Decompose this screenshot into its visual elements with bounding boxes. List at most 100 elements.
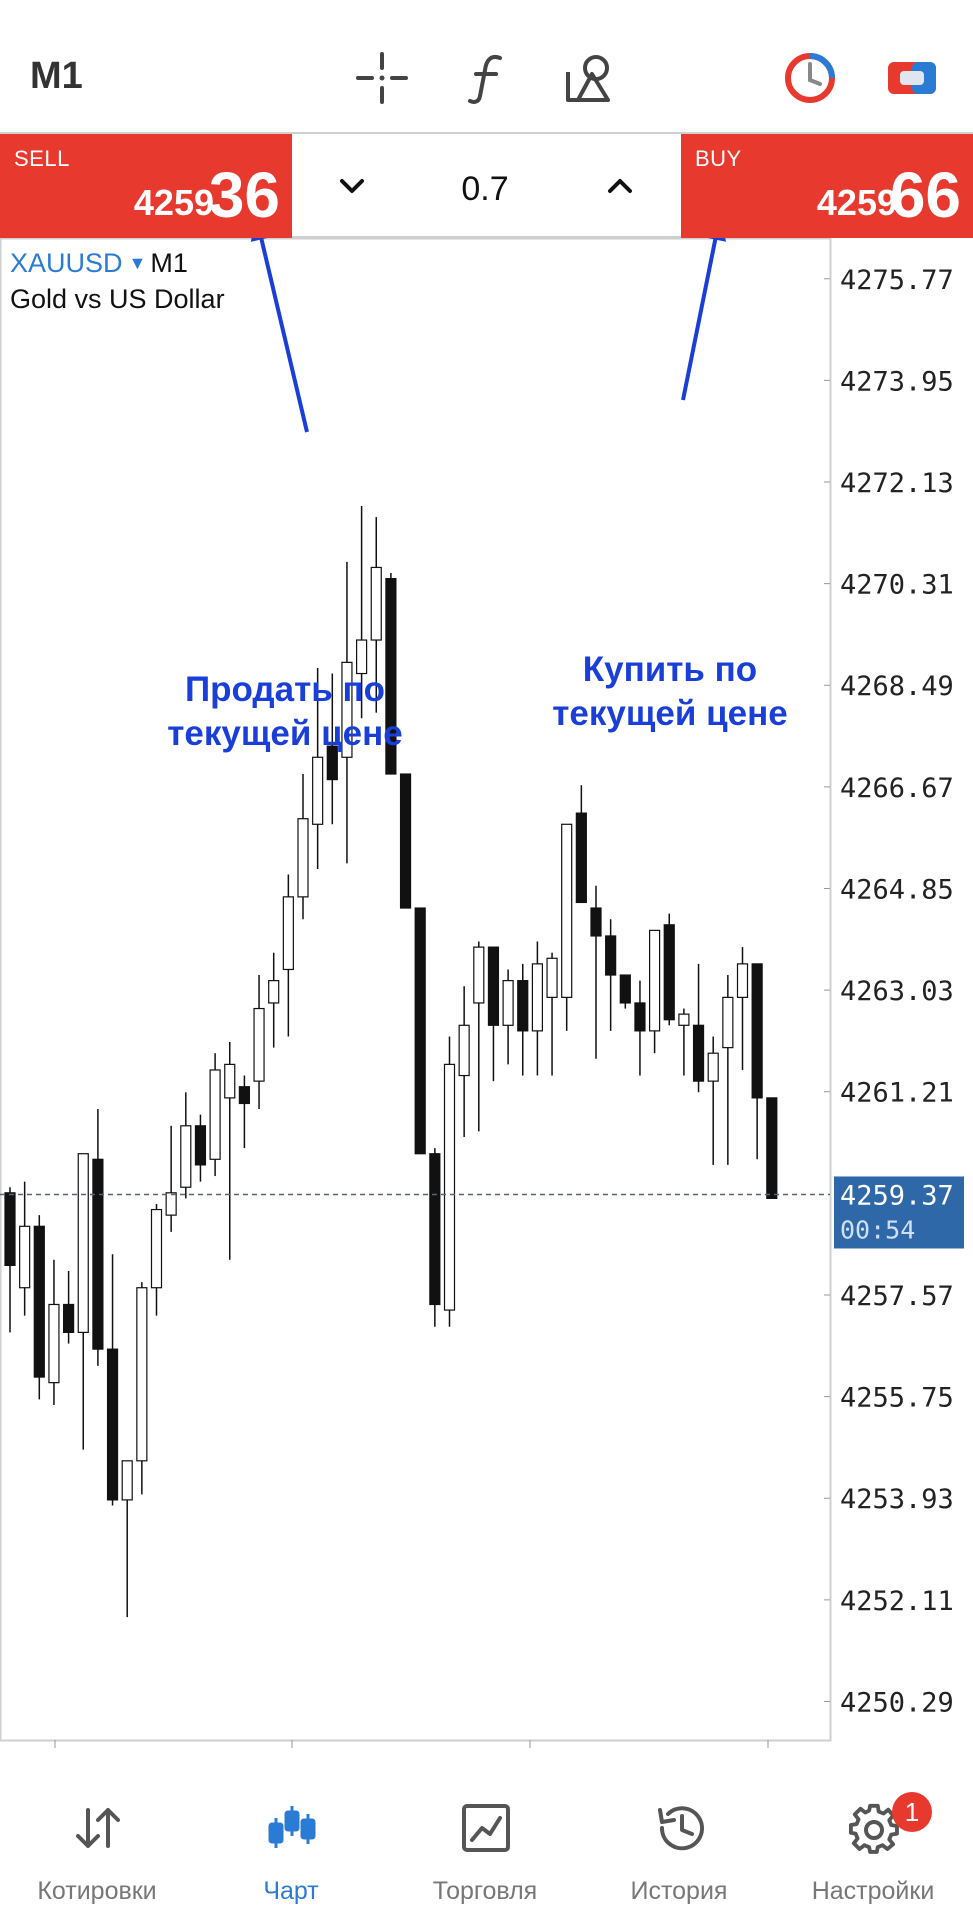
bull-candle [722, 996, 734, 1049]
chart-icon [266, 1802, 318, 1854]
symbol-description: Gold vs US Dollar [10, 284, 225, 314]
price-tick-label: 4275.77 [840, 265, 954, 296]
bull-candle [150, 1208, 163, 1289]
nav-history-label: История [630, 1877, 728, 1905]
nav-settings[interactable]: 1 Настройки [776, 1780, 970, 1920]
bottom-navigation: Котировки Чарт Торговля История 1 Настро… [0, 1780, 973, 1920]
bull-candle [282, 896, 294, 971]
chart-area[interactable]: 4275.77 4273.95 4272.13 4270.31 4268.49 4266.… [0, 238, 973, 1920]
bear-candle [4, 1192, 16, 1266]
trade-icon [460, 1802, 512, 1854]
one-click-trade-panel: SELL 4259. 36 0.7 BUY 4259. 66 [0, 132, 973, 238]
bear-candle [238, 1086, 250, 1105]
lot-size-input[interactable]: 0.7 [380, 170, 590, 209]
bear-candle [517, 980, 529, 1032]
buy-price-pips: 66 [889, 159, 961, 231]
bear-candle [487, 946, 500, 1026]
history-icon [654, 1802, 706, 1854]
bull-candle [648, 929, 661, 1032]
dropdown-triangle-icon: ▼ [128, 253, 147, 273]
bull-candle [531, 963, 544, 1032]
sell-annotation: Продать по текущей цене [167, 670, 403, 753]
price-tick-label: 4263.03 [840, 976, 954, 1007]
objects-icon[interactable] [562, 50, 618, 106]
crosshair-icon[interactable] [354, 50, 410, 106]
bear-candle [605, 935, 617, 976]
bear-candle [33, 1225, 45, 1378]
symbol-name: XAUUSD [10, 248, 123, 278]
bull-candle [77, 1153, 89, 1333]
nav-settings-label: Настройки [811, 1877, 935, 1905]
price-tick-label: 4268.49 [840, 671, 954, 702]
bull-candle [736, 963, 749, 998]
bull-candle [253, 1007, 265, 1082]
bear-candle [619, 974, 631, 1004]
top-toolbar: M1 [0, 0, 973, 132]
sell-button[interactable]: SELL 4259. 36 [0, 134, 292, 238]
toggle-icon[interactable] [884, 50, 940, 106]
bull-candle [458, 1024, 470, 1077]
nav-quotes-label: Котировки [37, 1877, 157, 1905]
bear-candle [634, 1002, 646, 1032]
bear-candle [751, 963, 763, 1099]
bar-countdown-label: 00:54 [840, 1215, 915, 1244]
price-tick-label: 4250.29 [840, 1687, 954, 1718]
price-tick-label: 4261.21 [840, 1078, 954, 1109]
price-tick-label: 4257.57 [840, 1281, 954, 1312]
price-tick-label: 4273.95 [840, 366, 954, 397]
bull-candle [546, 957, 558, 998]
lot-decrease-button[interactable] [330, 164, 374, 208]
price-tick-label: 4264.85 [840, 874, 954, 905]
bear-candle [414, 907, 426, 1155]
nav-chart-label: Чарт [263, 1877, 319, 1905]
nav-quotes[interactable]: Котировки [0, 1780, 194, 1920]
bull-candle [473, 946, 485, 1004]
bull-candle [48, 1303, 60, 1384]
nav-trade-label: Торговля [432, 1877, 538, 1905]
indicators-icon[interactable] [460, 50, 516, 106]
price-tick-label: 4253.93 [840, 1484, 954, 1515]
symbol-selector[interactable]: XAUUSD ▼ M1 [10, 248, 188, 279]
bull-candle [165, 1192, 177, 1216]
bear-candle [106, 1348, 119, 1501]
lot-increase-button[interactable] [598, 164, 642, 208]
bull-candle [502, 980, 514, 1026]
quotes-icon [72, 1802, 124, 1854]
nav-chart[interactable]: Чарт [194, 1780, 388, 1920]
bull-candle [136, 1287, 148, 1462]
sell-annotation-arrow [259, 238, 309, 433]
bull-candle [19, 1225, 31, 1289]
bull-candle [180, 1125, 192, 1188]
price-tick-label: 4272.13 [840, 468, 954, 499]
bear-candle [92, 1158, 104, 1350]
bear-candle [62, 1303, 75, 1333]
bull-candle [561, 823, 573, 998]
bull-candle [312, 756, 324, 825]
bull-candle [370, 566, 382, 641]
sell-price-pips: 36 [208, 159, 280, 231]
nav-history[interactable]: История [582, 1780, 776, 1920]
price-tick-label: 4266.67 [840, 773, 954, 804]
current-price-label: 4259.37 [840, 1180, 954, 1211]
timeframe-button[interactable]: M1 [30, 55, 83, 98]
buy-annotation-arrow [681, 238, 718, 401]
buy-label: BUY [695, 146, 742, 171]
bull-candle [224, 1063, 236, 1099]
bull-candle [209, 1069, 221, 1160]
bear-candle [692, 1024, 705, 1082]
bear-candle [399, 773, 412, 909]
settings-badge: 1 [892, 1792, 932, 1832]
bull-candle [678, 1013, 690, 1026]
candlestick-chart[interactable]: 4275.77 4273.95 4272.13 4270.31 4268.49 4266.… [0, 238, 973, 1758]
timer-icon[interactable] [782, 50, 838, 106]
buy-button[interactable]: BUY 4259. 66 [681, 134, 973, 238]
buy-annotation: Купить по текущей цене [552, 650, 788, 733]
bull-candle [443, 1063, 456, 1311]
price-tick-label: 4252.11 [840, 1586, 954, 1617]
bull-candle [268, 980, 280, 1004]
bear-candle [429, 1153, 441, 1306]
chart-timeframe: M1 [150, 248, 188, 278]
nav-trade[interactable]: Торговля [388, 1780, 582, 1920]
bull-candle [121, 1460, 133, 1501]
bull-candle [707, 1052, 719, 1082]
